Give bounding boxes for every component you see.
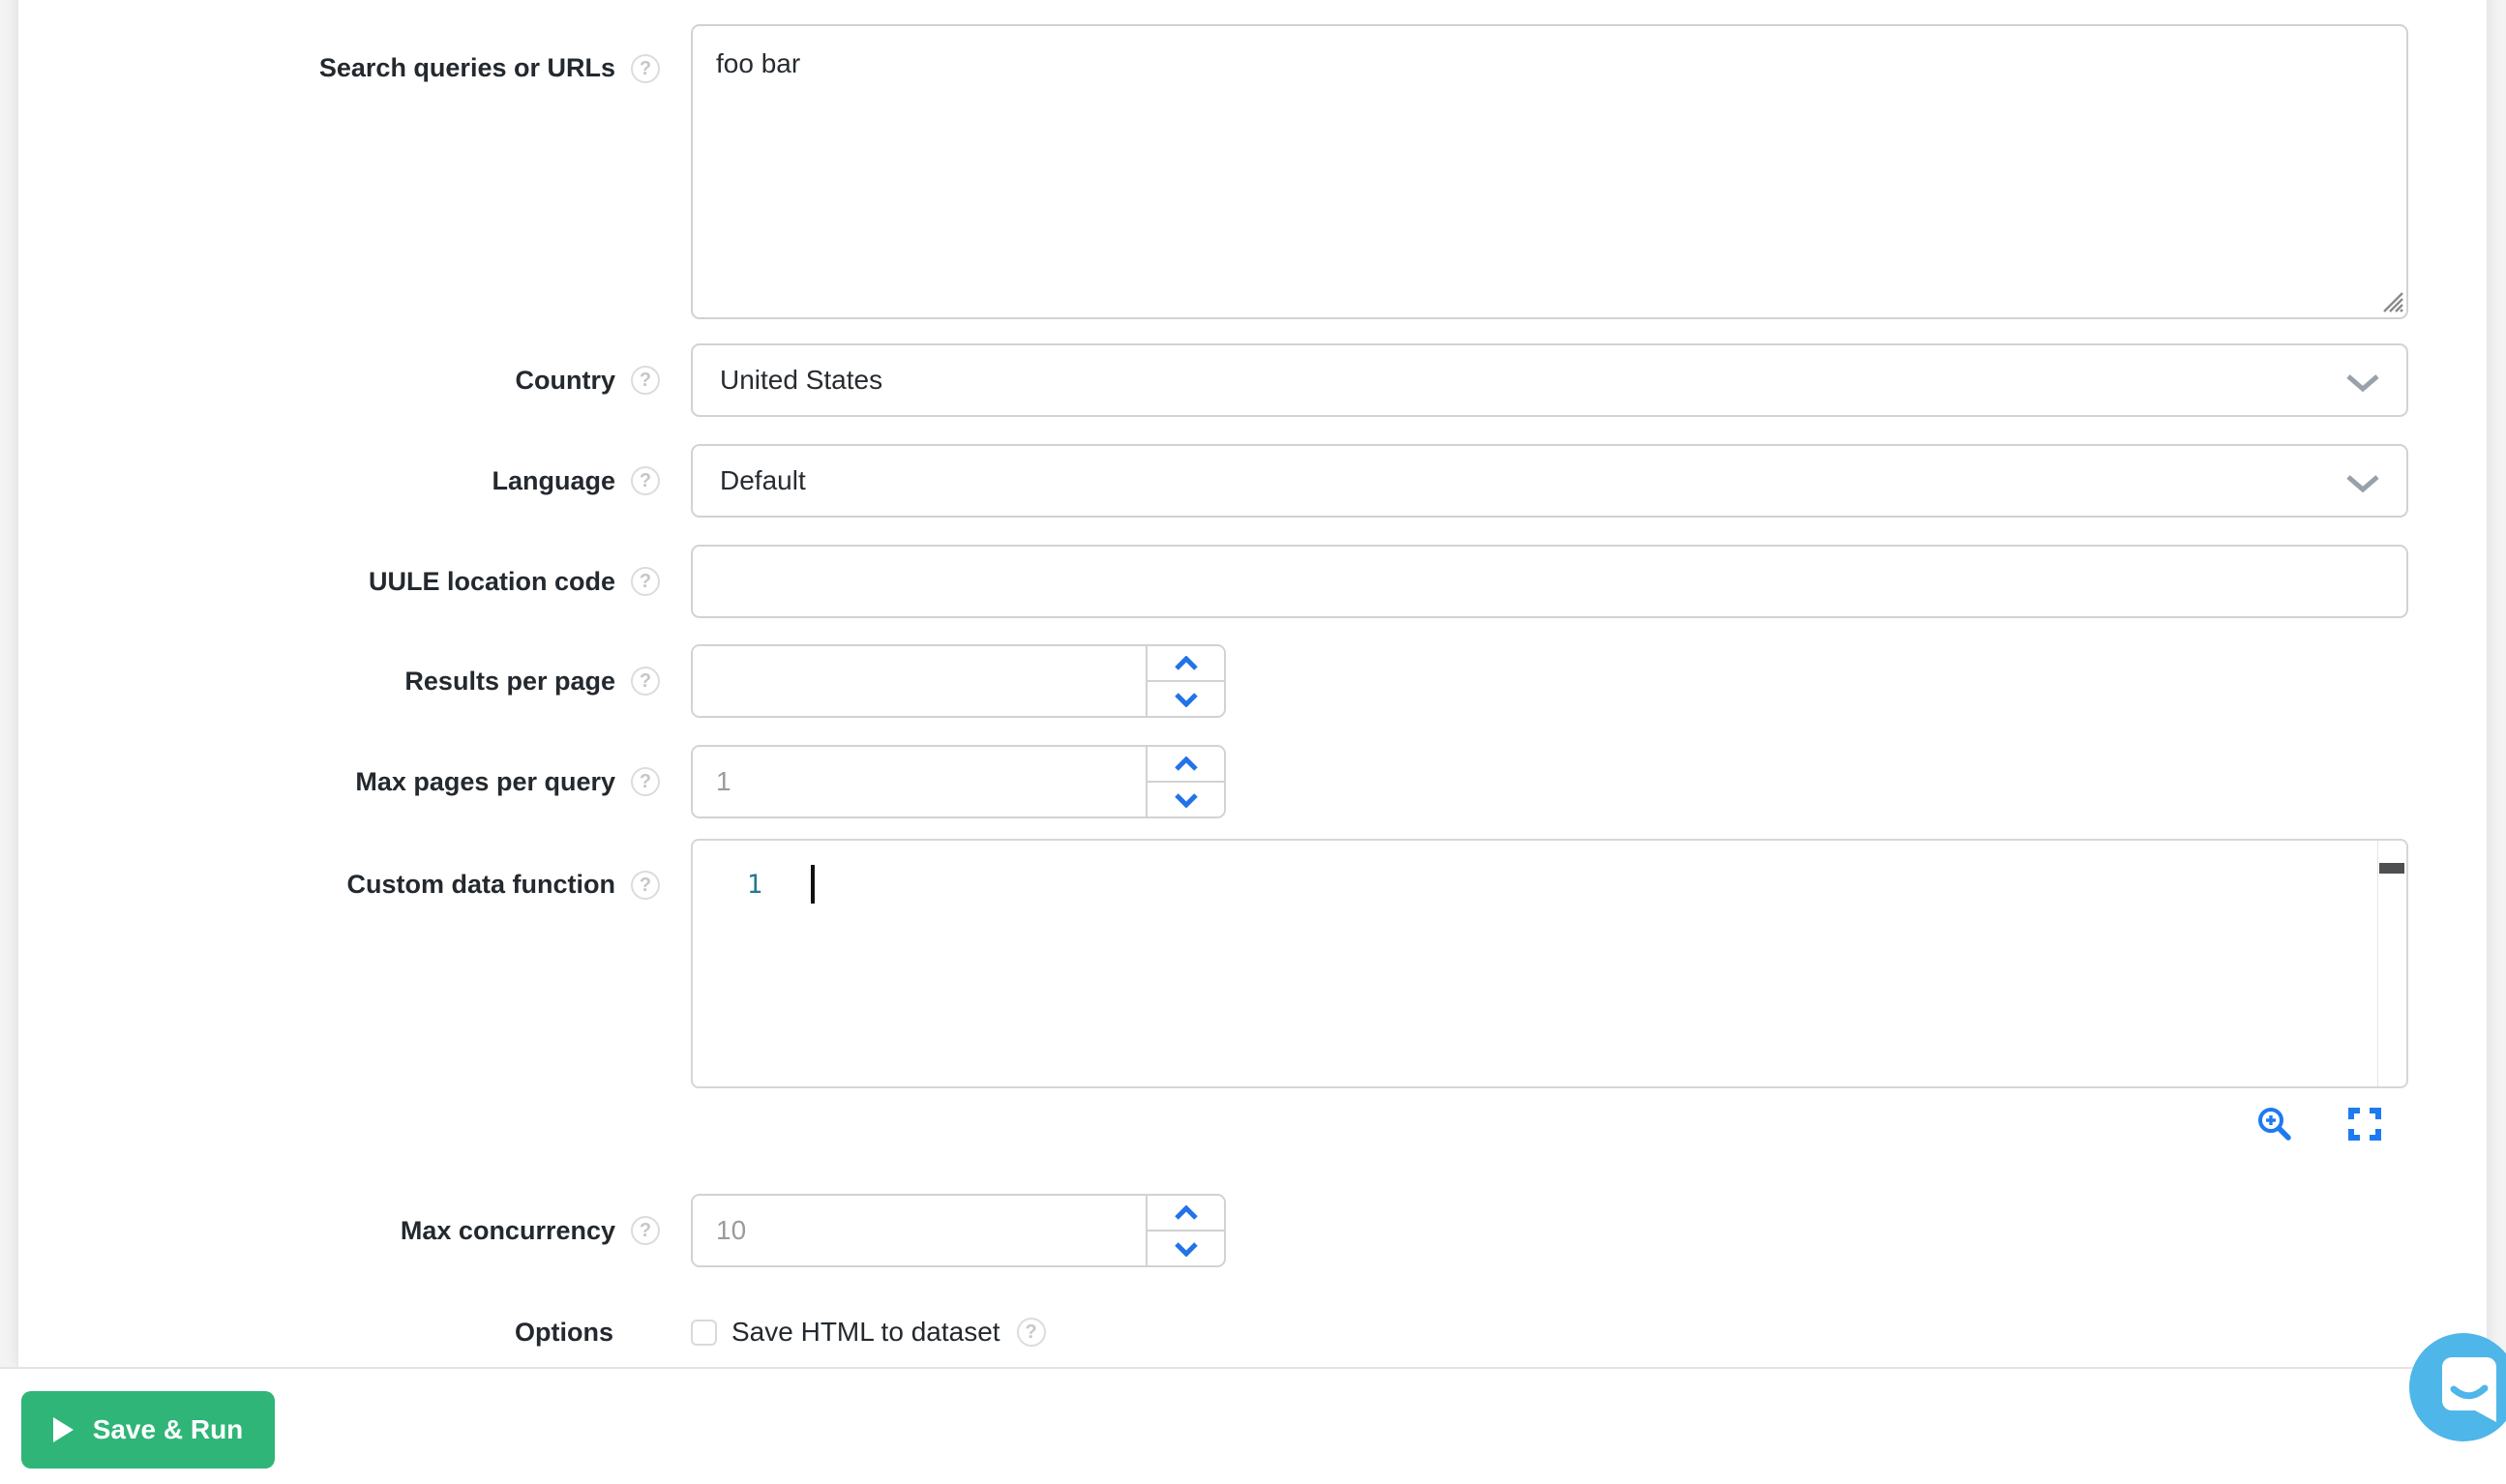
chat-launcher-button[interactable] — [2409, 1333, 2506, 1441]
language-select[interactable]: Default — [691, 444, 2408, 518]
label-wrap: Language ? — [0, 466, 660, 496]
results-per-page-input[interactable] — [693, 646, 1148, 716]
uule-field — [691, 545, 2408, 618]
code-editor[interactable]: 1 — [691, 839, 2408, 1088]
field-row-language: Language ? Default — [0, 444, 2506, 518]
search-queries-field: foo bar — [691, 24, 2408, 319]
number-stepper — [1148, 646, 1224, 716]
decrement-button[interactable] — [1148, 1230, 1224, 1265]
number-stepper — [1148, 747, 1224, 816]
help-icon[interactable]: ? — [631, 871, 660, 900]
chevron-up-icon — [1173, 656, 1200, 671]
help-icon[interactable]: ? — [631, 54, 660, 83]
help-icon[interactable]: ? — [631, 466, 660, 495]
chevron-down-icon — [2344, 473, 2381, 494]
chevron-down-icon — [2344, 372, 2381, 394]
country-select[interactable]: United States — [691, 343, 2408, 417]
chevron-down-icon — [1173, 1241, 1200, 1257]
editor-scrollbar[interactable] — [2377, 841, 2406, 1086]
search-queries-textarea[interactable]: foo bar — [691, 24, 2408, 319]
help-icon[interactable]: ? — [631, 667, 660, 696]
results-per-page-input-group — [691, 644, 1226, 718]
label-wrap: UULE location code ? — [0, 567, 660, 597]
chevron-down-icon — [1173, 792, 1200, 808]
field-label-uule: UULE location code — [369, 567, 615, 597]
editor-toolbar — [693, 1105, 2410, 1143]
increment-button[interactable] — [1148, 646, 1224, 680]
max-concurrency-input[interactable] — [693, 1196, 1148, 1265]
decrement-button[interactable] — [1148, 781, 1224, 816]
help-icon[interactable]: ? — [631, 1216, 660, 1245]
save-and-run-button[interactable]: Save & Run — [21, 1391, 275, 1469]
chevron-up-icon — [1173, 757, 1200, 772]
label-wrap: Options — [0, 1318, 660, 1348]
field-row-search-queries: Search queries or URLs ? foo bar — [0, 24, 2506, 319]
help-icon[interactable]: ? — [631, 767, 660, 796]
max-pages-input[interactable] — [693, 747, 1148, 816]
field-row-country: Country ? United States — [0, 343, 2506, 417]
uule-input[interactable] — [691, 545, 2408, 618]
country-selected-value: United States — [720, 365, 882, 396]
field-label-search-queries: Search queries or URLs — [319, 53, 615, 83]
help-icon[interactable]: ? — [1017, 1318, 1046, 1347]
number-stepper — [1148, 1196, 1224, 1265]
zoom-in-icon — [2255, 1105, 2294, 1143]
editor-fullscreen-button[interactable] — [2348, 1108, 2381, 1141]
label-wrap: Search queries or URLs ? — [0, 24, 660, 83]
editor-scrollbar-thumb[interactable] — [2379, 863, 2404, 874]
help-icon[interactable]: ? — [631, 366, 660, 395]
options-field: Save HTML to dataset ? — [691, 1317, 1046, 1348]
save-and-run-label: Save & Run — [93, 1414, 244, 1445]
field-label-options: Options — [515, 1318, 613, 1348]
label-wrap: Country ? — [0, 366, 660, 396]
resize-grip-icon[interactable] — [2378, 287, 2403, 312]
increment-button[interactable] — [1148, 1196, 1224, 1230]
max-concurrency-input-group — [691, 1194, 1226, 1267]
increment-button[interactable] — [1148, 747, 1224, 781]
label-wrap: Custom data function ? — [0, 839, 660, 900]
field-label-results-per-page: Results per page — [404, 667, 615, 697]
field-label-language: Language — [492, 466, 615, 496]
field-row-uule: UULE location code ? — [0, 545, 2506, 618]
label-wrap: Max concurrency ? — [0, 1216, 660, 1246]
field-label-custom-data-function: Custom data function — [347, 870, 616, 900]
max-pages-input-group — [691, 745, 1226, 818]
field-row-max-pages: Max pages per query ? — [0, 745, 2506, 818]
field-row-max-concurrency: Max concurrency ? — [0, 1194, 2506, 1267]
help-icon[interactable]: ? — [631, 567, 660, 596]
chevron-up-icon — [1173, 1205, 1200, 1221]
field-row-options: Options Save HTML to dataset ? — [0, 1308, 2506, 1356]
decrement-button[interactable] — [1148, 680, 1224, 716]
save-html-checkbox[interactable] — [691, 1320, 717, 1346]
save-html-checkbox-label[interactable]: Save HTML to dataset — [731, 1317, 1000, 1348]
chevron-down-icon — [1173, 692, 1200, 707]
field-label-country: Country — [516, 366, 616, 396]
label-wrap: Max pages per query ? — [0, 767, 660, 797]
field-row-custom-data-function: Custom data function ? 1 — [0, 839, 2506, 1088]
field-row-results-per-page: Results per page ? — [0, 644, 2506, 718]
field-label-max-pages: Max pages per query — [355, 767, 615, 797]
field-label-max-concurrency: Max concurrency — [401, 1216, 615, 1246]
label-wrap: Results per page ? — [0, 667, 660, 697]
editor-zoom-button[interactable] — [2255, 1105, 2294, 1143]
text-cursor — [811, 865, 815, 904]
play-icon — [53, 1417, 74, 1442]
language-selected-value: Default — [720, 465, 806, 496]
footer-bar — [0, 1367, 2506, 1484]
line-number: 1 — [693, 866, 762, 905]
fullscreen-icon — [2348, 1108, 2381, 1141]
